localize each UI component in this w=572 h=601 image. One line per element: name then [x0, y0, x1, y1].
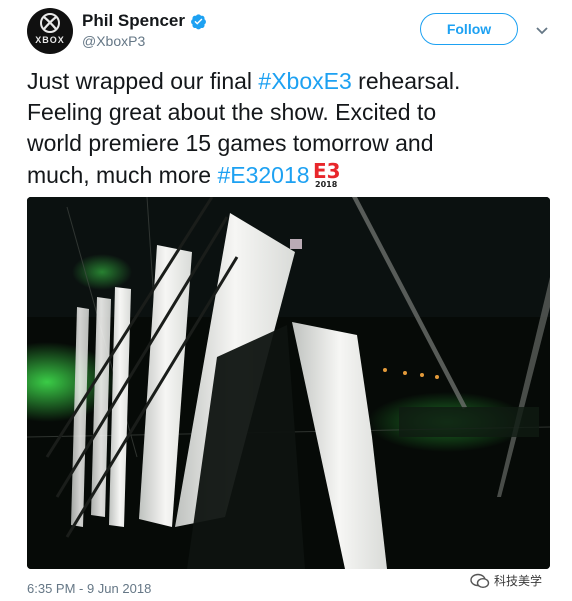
name-row: Phil Spencer: [82, 10, 207, 32]
tweet-photo[interactable]: [27, 197, 550, 569]
xbox-logo-icon: [40, 13, 60, 33]
watermark-text: 科技美学: [494, 574, 543, 588]
tweet-text: Just wrapped our final #XboxE3 rehearsal…: [27, 66, 547, 191]
tweet-line: Feeling great about the show. Excited to: [27, 97, 547, 128]
tweet-line: world premiere 15 games tomorrow and: [27, 128, 547, 159]
tweet-text-segment: Just wrapped our final: [27, 68, 259, 94]
tweet-header: XBOX Phil Spencer @XboxP3 Follow: [0, 0, 572, 62]
stage-photo: [27, 197, 550, 569]
tweet-text-segment: much, much more: [27, 162, 218, 188]
wechat-icon: [470, 573, 490, 588]
tweet-line: much, much more #E32018 E3 2018: [27, 159, 547, 191]
follow-button[interactable]: Follow: [420, 13, 518, 45]
verified-badge-icon: [191, 13, 206, 29]
hashtag-link[interactable]: #XboxE3: [258, 68, 351, 94]
avatar-text: XBOX: [35, 35, 65, 45]
avatar[interactable]: XBOX: [27, 8, 73, 54]
hashtag-link[interactable]: #E32018: [217, 162, 309, 188]
chevron-down-icon[interactable]: [534, 22, 550, 38]
tweet-text-segment: Feeling great about the show. Excited to: [27, 99, 437, 125]
tweet-text-segment: rehearsal.: [351, 68, 461, 94]
tweet-text-segment: world premiere 15 games tomorrow and: [27, 130, 434, 156]
display-name[interactable]: Phil Spencer: [82, 11, 185, 31]
e3-emoji-icon: E3 2018: [313, 159, 341, 189]
user-handle[interactable]: @XboxP3: [82, 33, 145, 49]
tweet-timestamp[interactable]: 6:35 PM - 9 Jun 2018: [27, 581, 151, 596]
watermark: 科技美学: [470, 572, 542, 589]
tweet-line: Just wrapped our final #XboxE3 rehearsal…: [27, 66, 547, 97]
e3-logo-year: 2018: [315, 180, 338, 189]
